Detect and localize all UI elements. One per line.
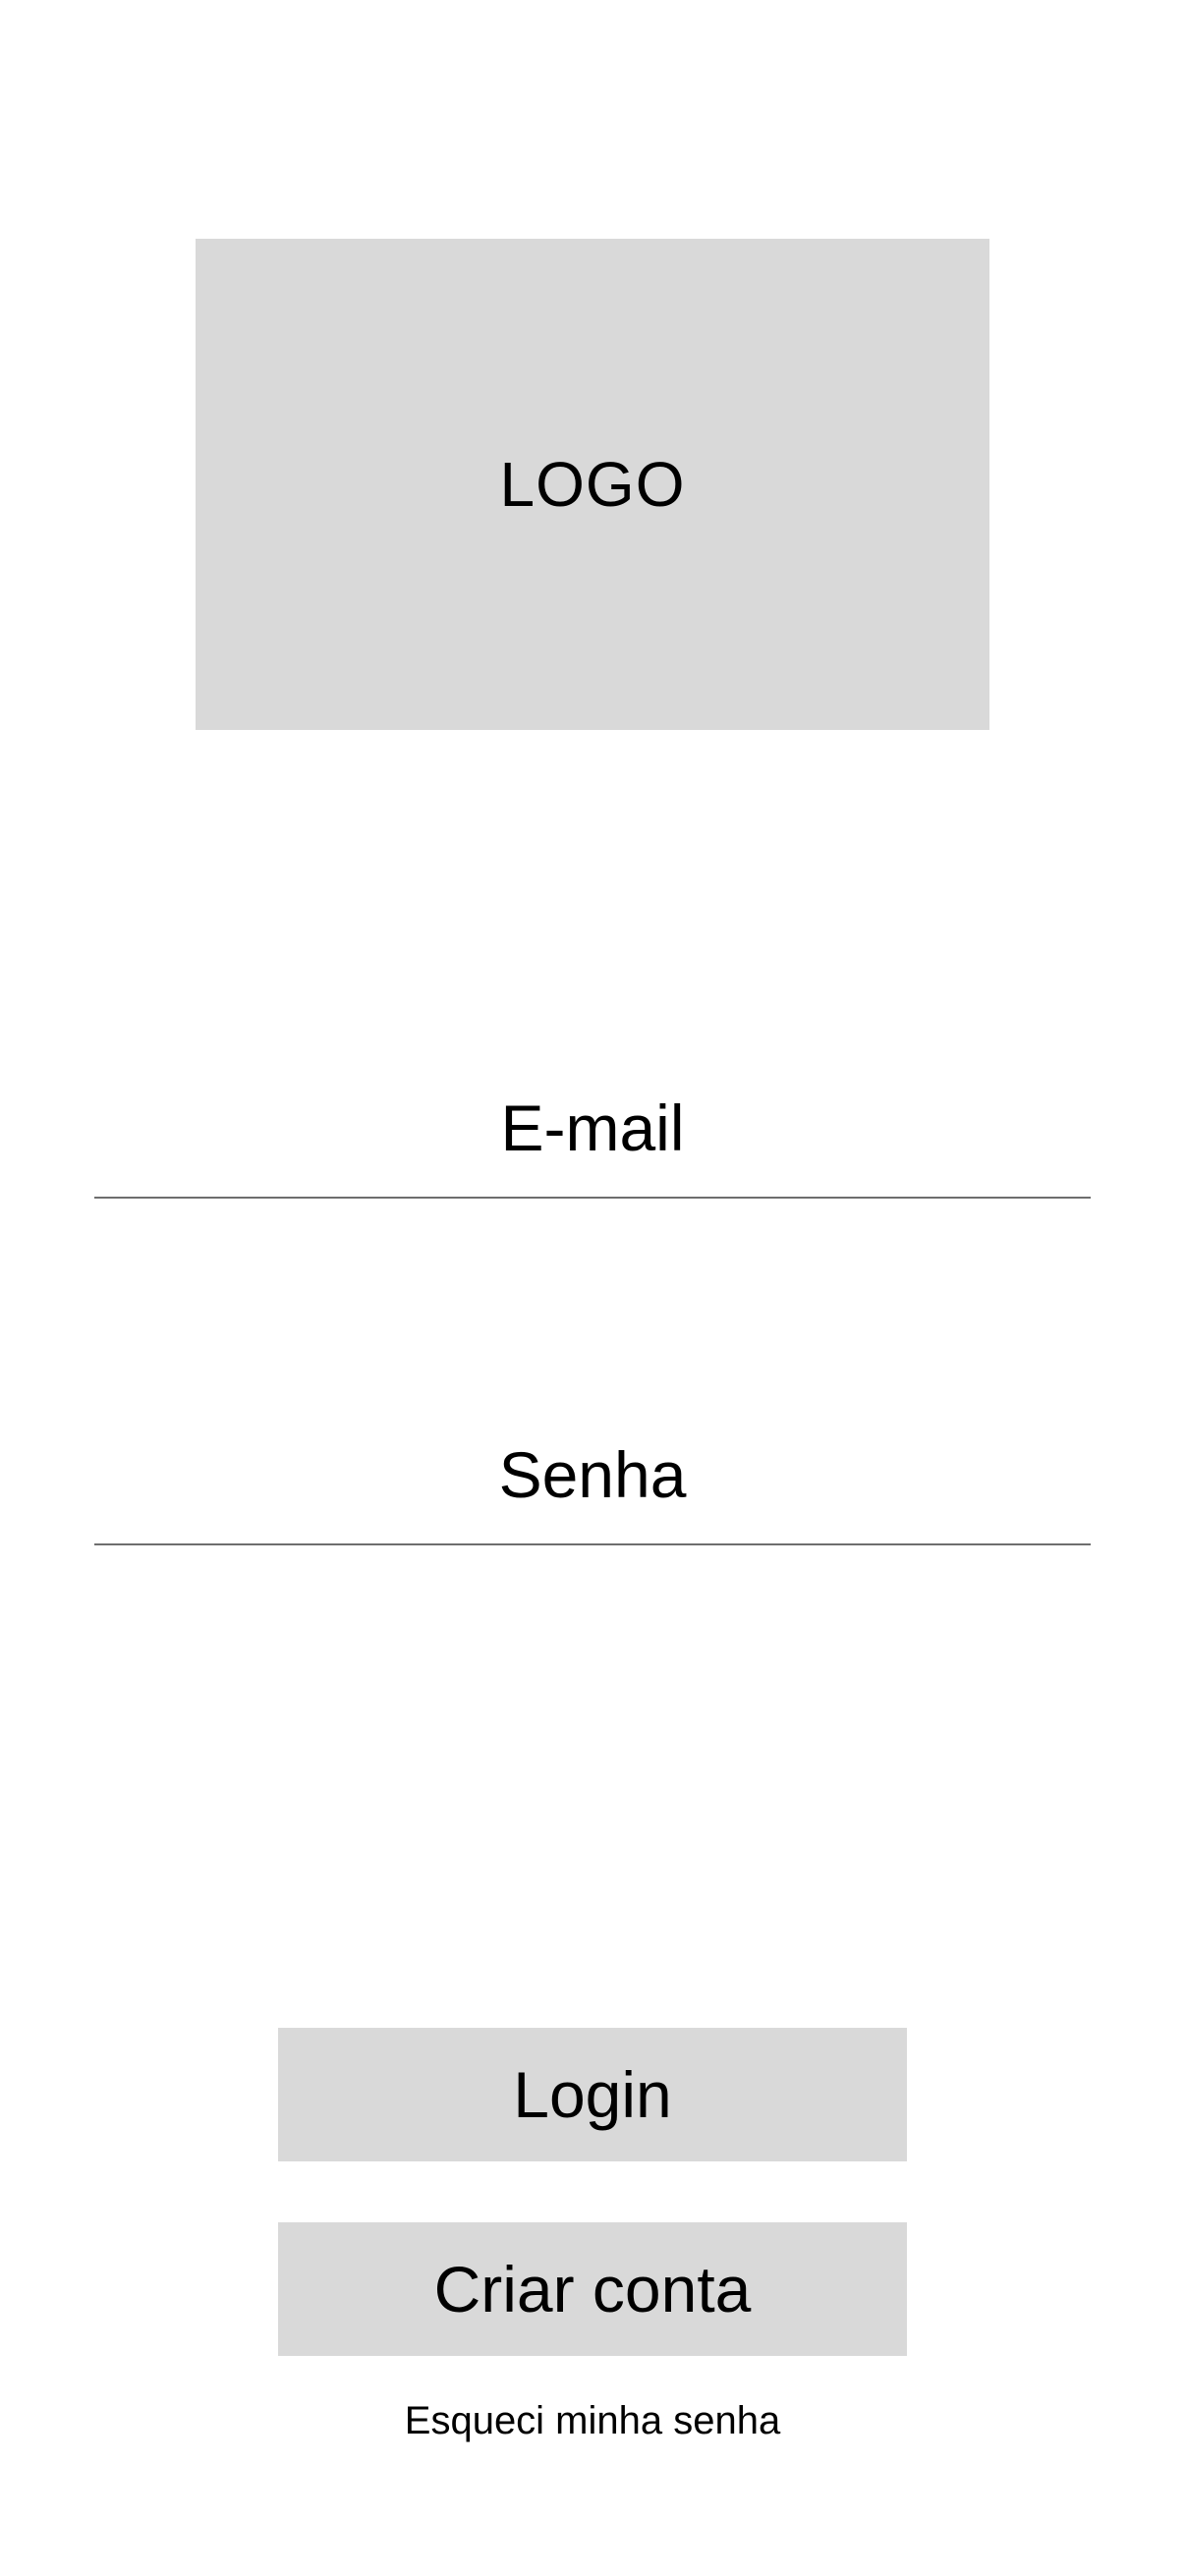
email-label: E-mail xyxy=(500,1092,685,1164)
login-button[interactable]: Login xyxy=(278,2028,907,2161)
login-button-label: Login xyxy=(513,2058,672,2131)
create-account-button[interactable]: Criar conta xyxy=(278,2222,907,2356)
logo-placeholder: LOGO xyxy=(196,239,989,730)
forgot-password-link[interactable]: Esqueci minha senha xyxy=(0,2401,1185,2440)
email-underline xyxy=(94,1197,1091,1199)
email-field[interactable]: E-mail xyxy=(94,1095,1091,1199)
password-label: Senha xyxy=(498,1438,687,1511)
password-field[interactable]: Senha xyxy=(94,1442,1091,1545)
logo-text: LOGO xyxy=(499,449,686,520)
password-underline xyxy=(94,1543,1091,1545)
create-account-button-label: Criar conta xyxy=(433,2253,752,2325)
